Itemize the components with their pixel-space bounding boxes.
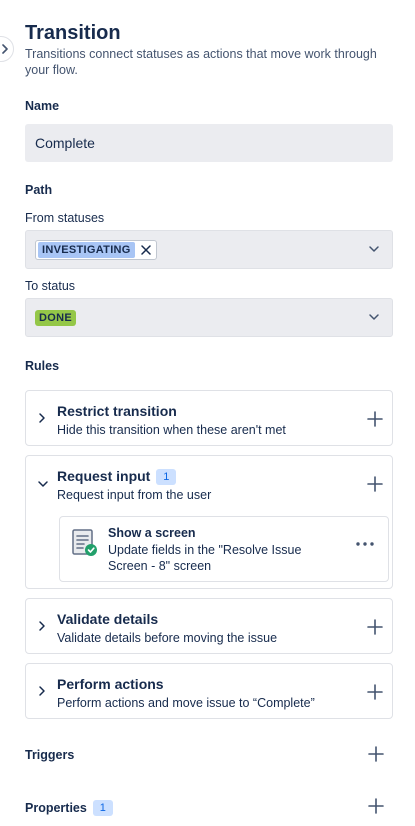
chevron-right-icon (39, 686, 45, 696)
rule-restrict-transition[interactable]: Restrict transition Hide this transition… (25, 390, 393, 446)
rule-title: Restrict transition (57, 403, 177, 419)
status-lozenge: INVESTIGATING (38, 241, 135, 258)
screen-icon (72, 529, 97, 556)
panel-title: Transition (25, 22, 121, 44)
from-statuses-label: From statuses (25, 211, 105, 225)
more-actions-button[interactable] (356, 533, 374, 551)
name-field[interactable] (25, 124, 393, 162)
rules-label: Rules (25, 359, 60, 373)
chevron-right-icon (39, 621, 45, 631)
status-tag: INVESTIGATING (35, 239, 157, 260)
show-screen-item[interactable]: Show a screen Update fields in the "Reso… (59, 516, 389, 582)
add-icon[interactable] (367, 476, 383, 492)
more-icon (356, 542, 374, 546)
rule-title: Request input 1 (57, 468, 177, 485)
chevron-down-icon (369, 246, 379, 252)
rule-description: Perform actions and move issue to “Compl… (57, 696, 315, 710)
add-icon[interactable] (367, 411, 383, 427)
rule-description: Hide this transition when these aren't m… (57, 423, 286, 437)
add-icon[interactable] (368, 798, 384, 814)
chevron-down-icon (38, 481, 48, 487)
path-label: Path (25, 183, 53, 197)
rule-request-input[interactable]: Request input 1 Request input from the us… (25, 455, 393, 589)
to-status-select[interactable]: DONE (25, 298, 393, 337)
add-icon[interactable] (367, 684, 383, 700)
name-label: Name (25, 99, 60, 113)
add-icon[interactable] (367, 619, 383, 635)
screen-item-title: Show a screen (108, 526, 196, 540)
rule-title: Validate details (57, 611, 159, 627)
triggers-row: Triggers (25, 744, 393, 768)
rule-description: Validate details before moving the issue (57, 631, 278, 645)
add-icon[interactable] (368, 746, 384, 762)
properties-label: Properties 1 (25, 800, 113, 816)
chevron-right-icon (2, 44, 8, 54)
triggers-label: Triggers (25, 748, 75, 762)
rule-validate-details[interactable]: Validate details Validate details before… (25, 598, 393, 654)
screen-item-description: Update fields in the "Resolve Issue Scre… (108, 543, 302, 573)
properties-row: Properties 1 (25, 796, 393, 820)
chevron-right-icon (39, 413, 45, 423)
chevron-down-icon (369, 314, 379, 320)
from-statuses-select[interactable]: INVESTIGATING (25, 230, 393, 269)
collapse-panel-button[interactable] (0, 36, 14, 62)
remove-tag-button[interactable] (140, 244, 151, 255)
count-badge: 1 (92, 800, 113, 816)
status-lozenge-done: DONE (35, 309, 76, 326)
to-status-label: To status (25, 279, 76, 293)
close-icon (140, 244, 151, 255)
rule-perform-actions[interactable]: Perform actions Perform actions and move… (25, 663, 393, 719)
rule-title: Perform actions (57, 676, 164, 692)
rule-description: Request input from the user (57, 488, 212, 502)
panel-subtitle: Transitions connect statuses as actions … (25, 47, 377, 77)
count-badge: 1 (156, 469, 177, 485)
